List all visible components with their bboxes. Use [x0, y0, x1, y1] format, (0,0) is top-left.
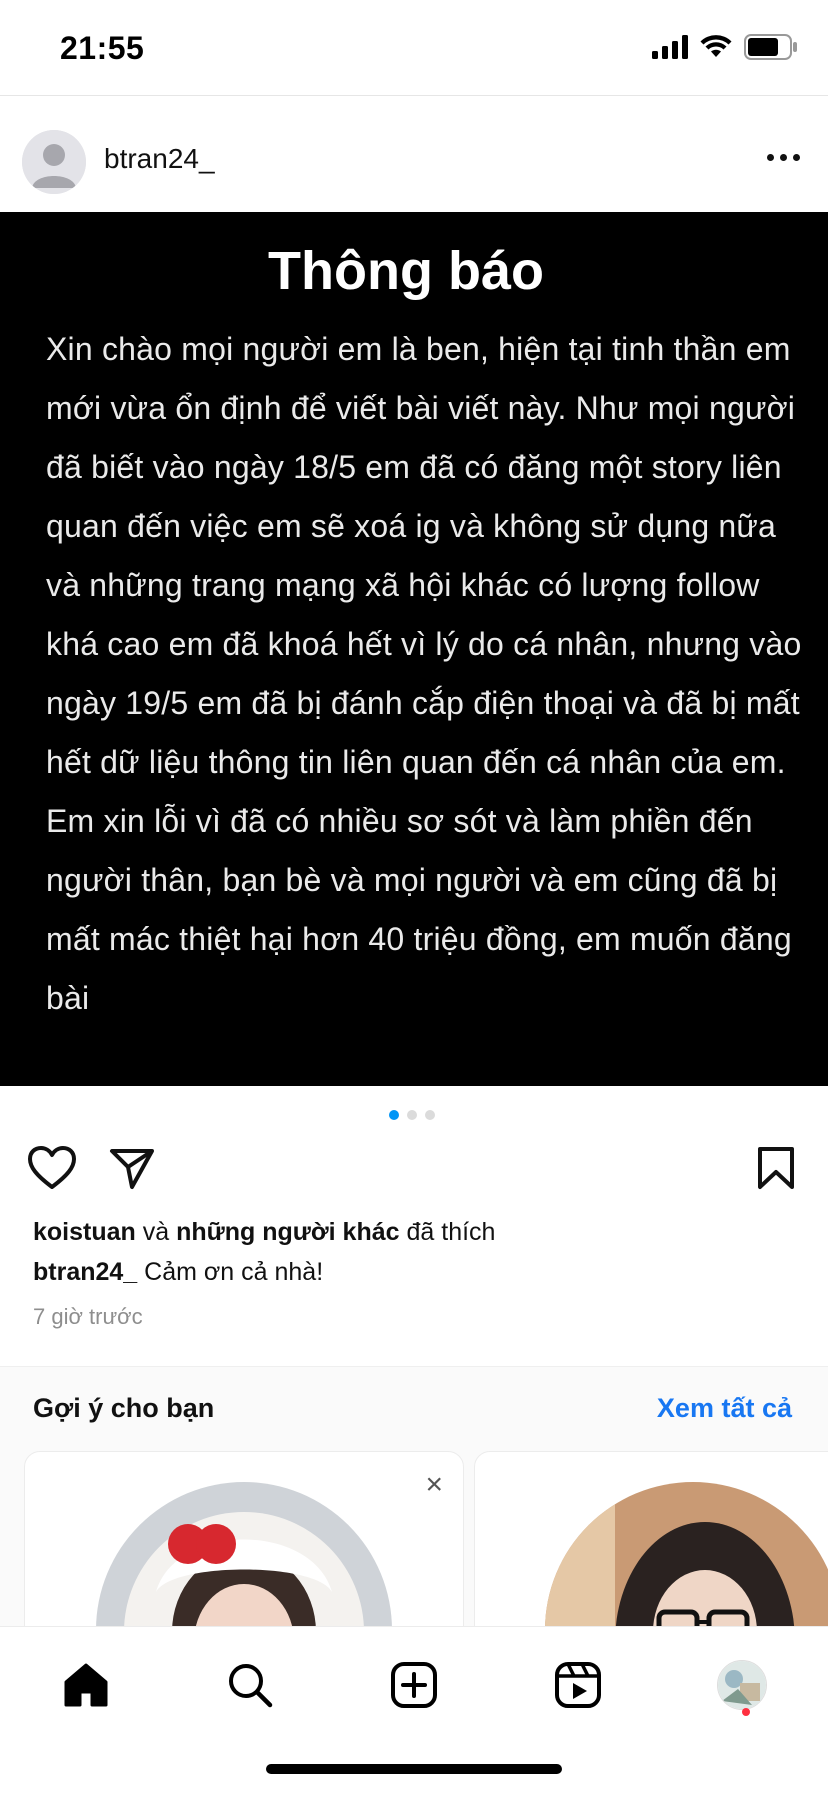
likes-connector: và [142, 1218, 170, 1246]
post-username[interactable]: btran24_ [104, 143, 215, 175]
more-options-icon[interactable] [767, 154, 800, 161]
carousel-dot [389, 1110, 399, 1120]
suggestion-card[interactable] [474, 1451, 828, 1653]
caption-text: Cảm ơn cả nhà! [144, 1258, 324, 1286]
bookmark-icon[interactable] [748, 1140, 804, 1196]
close-icon[interactable]: × [425, 1470, 443, 1500]
divider [0, 95, 828, 96]
status-time: 21:55 [60, 30, 145, 66]
notification-dot [742, 1708, 750, 1716]
battery-icon [744, 34, 798, 65]
caption: btran24_ Cảm ơn cả nhà! [33, 1258, 323, 1287]
status-icons [652, 34, 798, 65]
profile-icon[interactable] [712, 1655, 772, 1715]
likes-suffix: đã thích [406, 1218, 496, 1246]
reels-icon[interactable] [548, 1655, 608, 1715]
post-image-title: Thông báo [268, 241, 544, 301]
home-icon[interactable] [56, 1655, 116, 1715]
create-icon[interactable] [384, 1655, 444, 1715]
post-image[interactable]: Thông báo Xin chào mọi người em là ben, … [0, 212, 828, 1086]
wifi-icon [700, 35, 732, 64]
suggestions-section: Gợi ý cho bạn Xem tất cả × [0, 1366, 828, 1653]
see-all-link[interactable]: Xem tất cả [657, 1393, 792, 1424]
home-indicator [266, 1764, 562, 1774]
post-image-text: Xin chào mọi người em là ben, hiện tại t… [46, 331, 802, 1016]
post-header: btran24_ [0, 110, 828, 210]
search-icon[interactable] [220, 1655, 280, 1715]
liker-username[interactable]: koistuan [33, 1218, 136, 1246]
likes-summary[interactable]: koistuan và những người khác đã thích [33, 1218, 495, 1247]
signal-icon [652, 35, 688, 64]
post-timestamp: 7 giờ trước [33, 1304, 143, 1329]
suggestions-title: Gợi ý cho bạn [33, 1393, 215, 1423]
carousel-dot [407, 1110, 417, 1120]
carousel-indicator [389, 1110, 435, 1120]
status-bar: 21:55 [0, 0, 828, 96]
suggestion-card[interactable]: × [24, 1451, 464, 1653]
carousel-dot [425, 1110, 435, 1120]
caption-username[interactable]: btran24_ [33, 1258, 137, 1286]
heart-icon[interactable] [24, 1140, 80, 1196]
avatar[interactable] [22, 130, 86, 194]
share-icon[interactable] [104, 1140, 160, 1196]
post-actions [0, 1140, 828, 1200]
likes-others[interactable]: những người khác [176, 1218, 399, 1246]
